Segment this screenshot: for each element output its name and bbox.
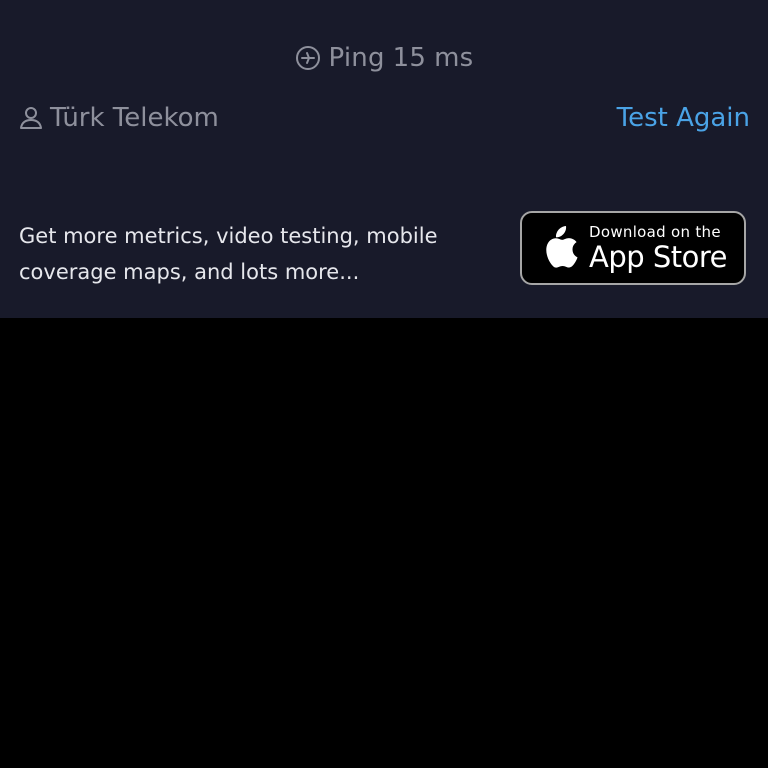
isp-info: Türk Telekom xyxy=(18,100,219,136)
ping-label: Ping xyxy=(328,43,385,73)
app-store-small-text: Download on the xyxy=(589,223,721,241)
isp-name: Türk Telekom xyxy=(50,103,219,133)
app-store-button[interactable]: Download on the App Store xyxy=(520,211,746,285)
ping-value: 15 xyxy=(392,43,427,73)
test-again-button[interactable]: Test Again xyxy=(617,100,750,136)
ping-unit: ms xyxy=(434,43,474,73)
app-store-large-text: App Store xyxy=(589,240,728,274)
ping-icon xyxy=(295,45,321,71)
ping-readout: Ping 15 ms xyxy=(0,40,768,76)
promo-text: Get more metrics, video testing, mobile … xyxy=(19,224,438,284)
apple-logo-icon xyxy=(539,225,579,271)
app-store-label: Download on the App Store xyxy=(589,223,728,274)
user-icon xyxy=(18,105,44,131)
results-panel: Ping 15 ms Türk Telekom Test Again Get m… xyxy=(0,0,768,318)
